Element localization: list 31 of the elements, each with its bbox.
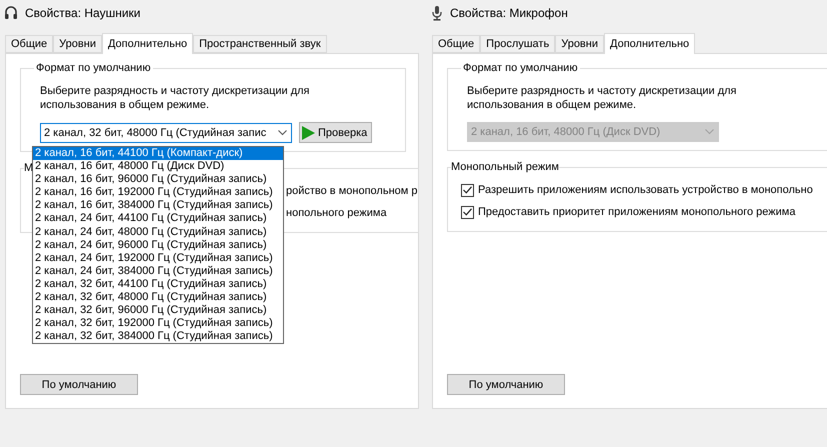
description-text: Выберите разрядность и частоту дискретизации для использования в общем режиме. [40,84,311,112]
chevron-icon [278,130,287,136]
headphones-icon [5,6,17,20]
tab[interactable]: Прослушать [480,35,556,53]
window-title: Свойства: Наушники [25,6,140,20]
dropdown-option[interactable]: 2 канал, 16 бит, 44100 Гц (Компакт-диск) [33,147,283,160]
checkbox[interactable] [461,184,474,196]
default-button[interactable]: По умолчанию [20,374,138,395]
tab[interactable]: Общие [432,35,480,53]
microphone-icon [432,6,442,20]
tab[interactable]: Пространственный звук [193,35,327,53]
tab[interactable]: Дополнительно [102,33,194,54]
chevron-icon [705,129,714,135]
format-dropdown[interactable]: 2 канал, 32 бит, 48000 Гц (Студийная запис [40,122,292,142]
checkbox-label: Предоставить приоритет приложениям монопольного режима [478,206,796,218]
group-label: Монопольный режим [451,161,559,173]
group-label: Формат по умолчанию [35,62,152,74]
tab[interactable]: Дополнительно [604,33,696,54]
tab[interactable]: Уровни [555,35,604,53]
group-label: Формат по умолчанию [462,62,579,74]
checkbox-label: нопольного режима [286,207,387,219]
description-text: Выберите разрядность и частоту дискретизации для использования в общем режиме. [467,84,738,112]
checkbox[interactable] [461,206,474,218]
tab[interactable]: Общие [5,35,54,53]
checkbox-label: Разрешить приложениям использовать устройство в монопольно [478,184,813,196]
checkbox-label: ройство в монопольном р [286,185,418,197]
test-button[interactable]: Проверка [299,122,372,143]
play-icon [302,126,315,140]
tab[interactable]: Уровни [53,35,102,53]
window-title: Свойства: Микрофон [450,6,568,20]
default-button[interactable]: По умолчанию [447,374,565,395]
